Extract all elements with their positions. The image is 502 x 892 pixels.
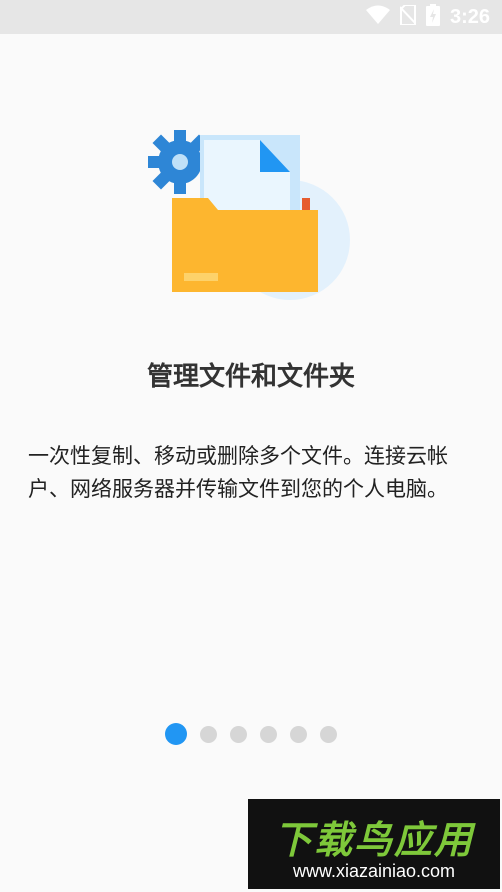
watermark: 下载鸟应用 www.xiazainiao.com bbox=[248, 799, 500, 889]
onboarding-description: 一次性复制、移动或删除多个文件。连接云帐户、网络服务器并传输文件到您的个人电脑。 bbox=[28, 444, 448, 501]
status-bar: 3:26 bbox=[0, 0, 502, 34]
onboarding-title: 管理文件和文件夹 bbox=[146, 362, 355, 392]
no-sim-icon bbox=[399, 4, 417, 29]
folder-with-documents-and-gear-icon bbox=[140, 120, 360, 330]
battery-charging-icon bbox=[425, 4, 440, 30]
page-dot[interactable] bbox=[260, 725, 277, 743]
page-dot[interactable] bbox=[290, 725, 307, 743]
page-dot[interactable] bbox=[230, 725, 247, 743]
status-icons: 3:26 bbox=[365, 0, 490, 34]
status-time: 3:26 bbox=[449, 5, 490, 28]
watermark-title: 下载鸟应用 bbox=[273, 818, 474, 862]
watermark-url: www.xiazainiao.com bbox=[292, 861, 456, 881]
page-dot[interactable] bbox=[200, 725, 217, 743]
wifi-icon bbox=[365, 5, 390, 29]
page-dot[interactable] bbox=[320, 725, 337, 743]
page-indicator bbox=[0, 722, 502, 746]
page-dot-active[interactable] bbox=[165, 723, 187, 745]
